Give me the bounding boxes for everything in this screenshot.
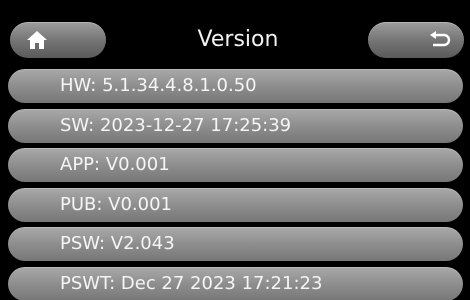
version-row-hw: HW: 5.1.34.4.8.1.0.50: [8, 69, 463, 103]
pswt-version-text: PSWT: Dec 27 2023 17:21:23: [60, 272, 323, 294]
version-list: HW: 5.1.34.4.8.1.0.50 SW: 2023-12-27 17:…: [8, 69, 463, 300]
back-button[interactable]: [368, 22, 464, 58]
pub-version-text: PUB: V0.001: [60, 193, 173, 215]
version-row-pswt: PSWT: Dec 27 2023 17:21:23: [8, 266, 463, 300]
app-version-text: APP: V0.001: [60, 154, 170, 175]
version-row-psw: PSW: V2.043: [8, 227, 463, 261]
page-title: Version: [197, 27, 279, 52]
psw-version-text: PSW: V2.043: [60, 233, 175, 254]
sw-version-text: SW: 2023-12-27 17:25:39: [60, 114, 292, 136]
back-arrow-icon: [430, 31, 451, 47]
version-row-app: APP: V0.001: [8, 148, 463, 182]
version-screen: Version HW: 5.1.34.4.8.1.0.50 SW: 2023-1…: [0, 0, 470, 300]
home-icon: [27, 31, 47, 49]
hw-version-text: HW: 5.1.34.4.8.1.0.50: [60, 75, 257, 96]
header-bar: Version: [0, 16, 470, 64]
version-row-sw: SW: 2023-12-27 17:25:39: [8, 108, 463, 143]
version-row-pub: PUB: V0.001: [8, 187, 463, 222]
home-button[interactable]: [10, 22, 106, 58]
